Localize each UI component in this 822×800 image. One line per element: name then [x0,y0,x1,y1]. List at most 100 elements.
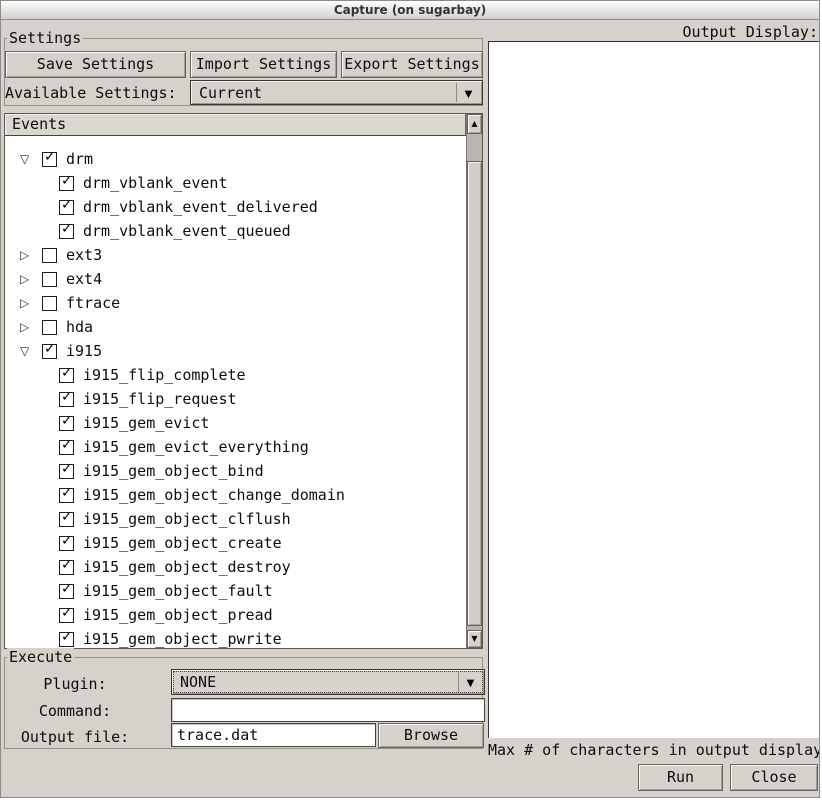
event-checkbox[interactable]: ✓ [59,584,74,599]
tree-row[interactable]: ▷ftrace [5,292,466,316]
event-checkbox[interactable]: ✓ [59,368,74,383]
event-label: i915_gem_object_clflush [83,510,291,528]
scroll-down-icon: ▼ [471,634,477,643]
check-icon: ✓ [61,461,73,477]
browse-button[interactable]: Browse [378,723,484,748]
tree-row[interactable]: ✓ i915_gem_object_destroy [5,556,466,580]
event-checkbox[interactable] [42,320,57,335]
expander-expanded-icon[interactable]: ▽ [20,343,29,359]
events-panel: Events ▽✓drm✓drm_vblank_event✓drm_vblank… [4,113,483,649]
tree-row[interactable]: ▷ext4 [5,268,466,292]
output-file-label: Output file: [4,728,146,746]
run-button[interactable]: Run [638,764,723,791]
tree-row[interactable]: ▷hda [5,316,466,340]
scroll-up-icon: ▲ [471,119,477,128]
output-display-label: Output Display: [488,23,818,41]
check-icon: ✓ [61,509,73,525]
tree-row[interactable]: ✓i915_gem_object_change_domain [5,484,466,508]
event-checkbox[interactable]: ✓ [59,560,74,575]
check-icon: ✓ [61,605,73,621]
events-tree-body: ▽✓drm✓drm_vblank_event✓drm_vblank_event_… [5,136,466,648]
tree-row[interactable]: ✓ drm_vblank_event [5,172,466,196]
export-settings-label: Export Settings [342,52,482,77]
close-label: Close [731,765,817,790]
expander-collapsed-icon[interactable]: ▷ [20,271,29,287]
expander-expanded-icon[interactable]: ▽ [20,151,29,167]
tree-row[interactable]: ▷ext3 [5,244,466,268]
tree-row[interactable]: ✓ i915_gem_object_create [5,532,466,556]
save-settings-button[interactable]: Save Settings [5,51,186,78]
check-icon: ✓ [61,197,73,213]
tree-row[interactable]: ✓ drm_vblank_event_queued [5,220,466,244]
command-input[interactable] [171,698,485,722]
event-checkbox[interactable]: ✓ [59,488,74,503]
event-checkbox[interactable] [42,272,57,287]
event-checkbox[interactable]: ✓ [59,440,74,455]
expander-collapsed-icon[interactable]: ▷ [20,247,29,263]
event-checkbox[interactable] [42,296,57,311]
event-label: drm_vblank_event_queued [83,222,291,240]
tree-row[interactable]: ✓i915_gem_object_fault [5,580,466,604]
tree-row[interactable]: ✓i915_gem_object_bind [5,460,466,484]
expander-collapsed-icon[interactable]: ▷ [20,319,29,335]
event-checkbox[interactable]: ✓ [59,200,74,215]
event-checkbox[interactable]: ✓ [59,416,74,431]
tree-row[interactable]: ✓i915_flip_request [5,388,466,412]
output-file-input[interactable] [171,723,376,747]
browse-label: Browse [379,724,483,747]
command-label: Command: [4,702,146,720]
event-checkbox[interactable]: ✓ [59,608,74,623]
run-label: Run [639,765,722,790]
available-settings-combo[interactable]: Current ▼ [190,80,483,105]
check-icon: ✓ [61,413,73,429]
check-icon: ✓ [61,485,73,501]
tree-row[interactable]: ✓ i915_gem_evict [5,412,466,436]
event-checkbox[interactable]: ✓ [59,632,74,647]
settings-frame-label: Settings [7,29,83,47]
tree-row[interactable]: ✓ i915_gem_object_pread [5,604,466,628]
event-checkbox[interactable] [42,248,57,263]
capture-window: Capture (on sugarbay) Settings Save Sett… [0,0,820,798]
event-checkbox[interactable]: ✓ [59,512,74,527]
scrollbar-up-button[interactable]: ▲ [467,114,482,134]
events-scrollbar[interactable]: ▲ ▼ [466,114,482,648]
check-icon: ✓ [61,581,73,597]
tree-row[interactable]: ✓i915_gem_evict_everything [5,436,466,460]
event-checkbox[interactable]: ✓ [59,464,74,479]
event-label: drm_vblank_event [83,174,228,192]
scrollbar-thumb[interactable] [467,161,482,626]
check-icon: ✓ [61,533,73,549]
event-label: i915_gem_object_pread [83,606,273,624]
event-label: drm_vblank_event_delivered [83,198,318,216]
check-icon: ✓ [44,341,56,357]
events-column-header[interactable]: Events [5,114,466,136]
event-checkbox[interactable]: ✓ [42,152,57,167]
output-display-area[interactable] [488,41,820,738]
event-label: i915_gem_object_create [83,534,282,552]
check-icon: ✓ [61,389,73,405]
tree-row[interactable]: ▽✓i915 [5,340,466,364]
event-checkbox[interactable]: ✓ [59,224,74,239]
scrollbar-down-button[interactable]: ▼ [467,630,482,648]
tree-row[interactable]: ✓i915_gem_object_pwrite [5,628,466,648]
event-label: i915_gem_object_destroy [83,558,291,576]
event-checkbox[interactable]: ✓ [59,176,74,191]
tree-row[interactable]: ✓ drm_vblank_event_delivered [5,196,466,220]
plugin-arrow-box: ▼ [458,672,482,692]
tree-row[interactable]: ✓i915_flip_complete [5,364,466,388]
window-titlebar[interactable]: Capture (on sugarbay) [1,1,819,20]
max-chars-label: Max # of characters in output display [488,741,819,759]
plugin-combo[interactable]: NONE ▼ [171,669,485,695]
tree-row[interactable]: ✓ i915_gem_object_clflush [5,508,466,532]
export-settings-button[interactable]: Export Settings [341,51,483,78]
event-checkbox[interactable]: ✓ [42,344,57,359]
event-label: i915_gem_evict [83,414,209,432]
event-checkbox[interactable]: ✓ [59,392,74,407]
available-settings-value: Current [199,84,262,102]
event-checkbox[interactable]: ✓ [59,536,74,551]
close-button[interactable]: Close [730,764,818,791]
tree-row[interactable]: ▽✓drm [5,148,466,172]
import-settings-button[interactable]: Import Settings [190,51,337,78]
expander-collapsed-icon[interactable]: ▷ [20,295,29,311]
plugin-label: Plugin: [4,675,146,693]
